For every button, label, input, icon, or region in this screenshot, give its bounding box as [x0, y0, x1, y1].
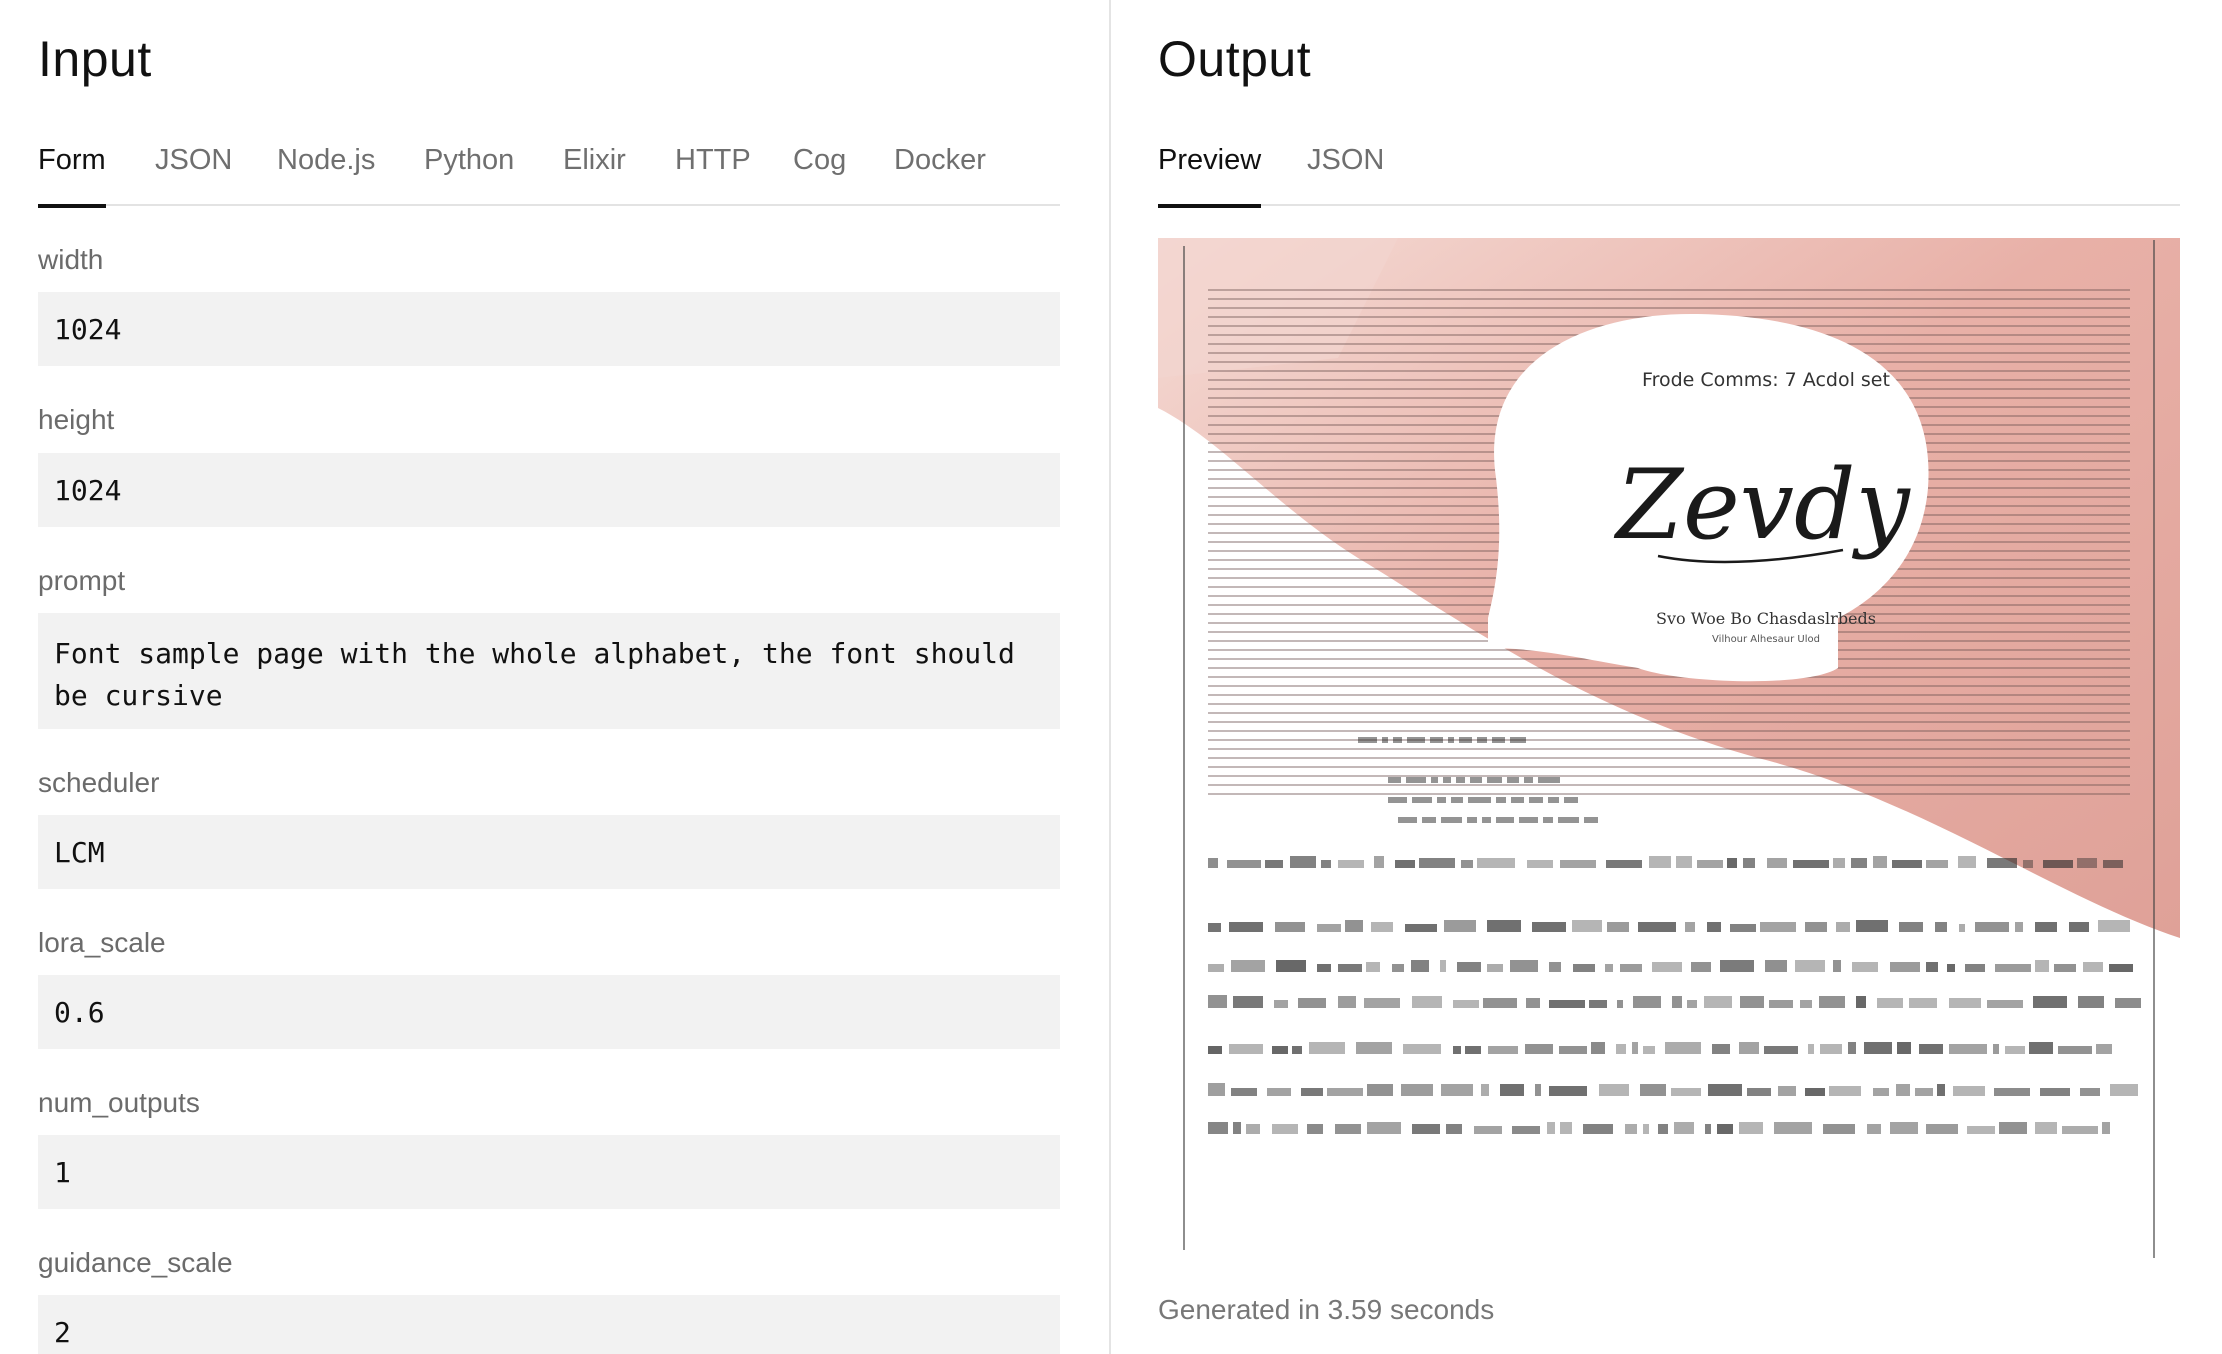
height-input[interactable]: 1024 — [38, 453, 1060, 527]
tab-preview[interactable]: Preview — [1158, 140, 1262, 208]
tab-output-json[interactable]: JSON — [1307, 140, 1384, 206]
tab-cog[interactable]: Cog — [793, 140, 846, 206]
tab-nodejs[interactable]: Node.js — [277, 140, 375, 206]
image-script-word: Zevdy — [1613, 449, 1911, 561]
lora-scale-input[interactable]: 0.6 — [38, 975, 1060, 1049]
image-heading: Frode Comms: 7 Acdol set — [1642, 369, 1890, 391]
output-title: Output — [1158, 31, 1312, 87]
scheduler-label: scheduler — [38, 767, 160, 798]
scheduler-select[interactable]: LCM — [38, 815, 1060, 889]
tab-http[interactable]: HTTP — [675, 140, 751, 206]
num-outputs-input[interactable]: 1 — [38, 1135, 1060, 1209]
tab-json[interactable]: JSON — [155, 140, 232, 206]
height-label: height — [38, 404, 115, 435]
input-tabs: Form JSON Node.js Python Elixir HTTP Cog… — [38, 140, 1060, 208]
output-image[interactable]: Frode Comms: 7 Acdol set Zevdy Svo Woe B… — [1158, 238, 2180, 1260]
input-title: Input — [38, 31, 152, 87]
prompt-textarea[interactable]: Font sample page with the whole alphabet… — [38, 613, 1060, 729]
panel-divider — [1109, 0, 1111, 1354]
image-subsub: Vilhour Alhesaur Ulod — [1712, 634, 1820, 645]
tab-form[interactable]: Form — [38, 140, 106, 208]
generation-time: Generated in 3.59 seconds — [1158, 1294, 1495, 1325]
width-label: width — [38, 244, 104, 275]
tab-docker[interactable]: Docker — [894, 140, 986, 206]
guidance-scale-input[interactable]: 2 — [38, 1295, 1060, 1354]
tab-elixir[interactable]: Elixir — [563, 140, 626, 206]
output-tabs: Preview JSON — [1158, 140, 2180, 208]
prompt-label: prompt — [38, 565, 126, 596]
lora-scale-label: lora_scale — [38, 927, 166, 958]
output-panel: Output Preview JSON Frode Comms: 7 Acdol… — [1158, 0, 2180, 1354]
num-outputs-label: num_outputs — [38, 1087, 200, 1118]
guidance-scale-label: guidance_scale — [38, 1247, 233, 1278]
input-panel: Input Form JSON Node.js Python Elixir HT… — [38, 0, 1060, 1354]
app-page: Input Form JSON Node.js Python Elixir HT… — [0, 0, 2222, 1354]
image-subheading: Svo Woe Bo Chasdaslrbeds — [1656, 609, 1876, 628]
generated-font-sample-image: Frode Comms: 7 Acdol set Zevdy Svo Woe B… — [1158, 238, 2180, 1260]
width-input[interactable]: 1024 — [38, 292, 1060, 366]
tab-python[interactable]: Python — [424, 140, 514, 206]
